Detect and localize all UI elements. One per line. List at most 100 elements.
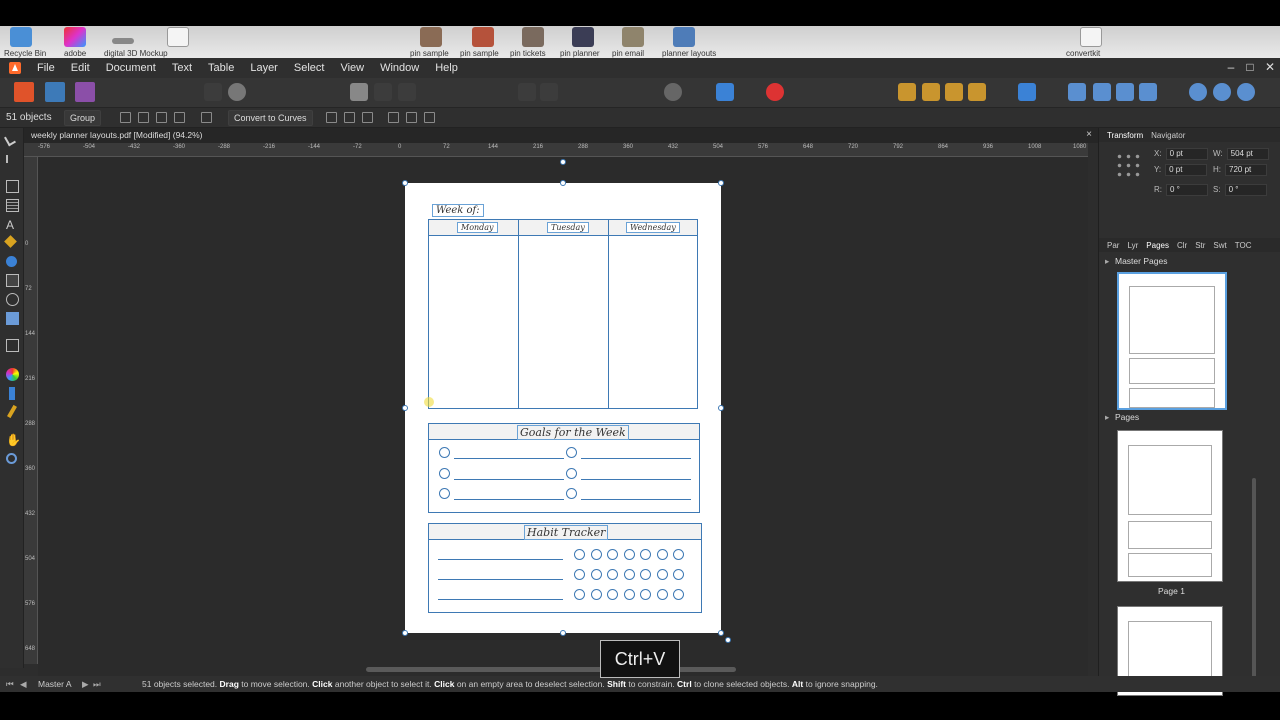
align-left-icon[interactable] — [326, 112, 337, 123]
table-tool-icon[interactable] — [6, 199, 19, 212]
habit-checkbox[interactable] — [673, 569, 684, 580]
close-document-icon[interactable]: × — [1086, 129, 1092, 140]
image-thumbnail-icon[interactable] — [472, 27, 494, 47]
fill-tool-icon[interactable] — [6, 368, 19, 381]
text-wrap-icon[interactable] — [374, 83, 392, 101]
habit-checkbox[interactable] — [640, 569, 651, 580]
goal-checkbox[interactable] — [566, 488, 577, 499]
habit-checkbox[interactable] — [590, 569, 602, 580]
transform-icon[interactable] — [174, 112, 185, 123]
tab-transform[interactable]: Transform — [1107, 131, 1143, 140]
arrange-back-icon[interactable] — [898, 83, 916, 101]
arrange-backward-icon[interactable] — [922, 83, 940, 101]
align-bottom-icon[interactable] — [424, 112, 435, 123]
preflight-icon[interactable] — [204, 83, 222, 101]
adobe-cloud-icon[interactable] — [64, 27, 86, 47]
tab-color[interactable]: Clr — [1177, 241, 1187, 250]
menu-file[interactable]: File — [37, 62, 55, 74]
selection-handle[interactable] — [402, 405, 408, 411]
insert-icon[interactable] — [518, 83, 536, 101]
selection-handle[interactable] — [560, 180, 566, 186]
goal-checkbox[interactable] — [566, 447, 577, 458]
picture-frame-icon[interactable] — [6, 274, 19, 287]
shear-field[interactable]: 0 ° — [1224, 184, 1267, 196]
horizontal-scrollbar[interactable] — [38, 664, 1088, 676]
habit-checkbox[interactable] — [640, 589, 651, 600]
canvas[interactable]: Week of: Monday Tuesday Wednesday Goals … — [38, 157, 1088, 664]
selection-handle[interactable] — [718, 630, 724, 636]
ellipse-frame-icon[interactable] — [6, 293, 19, 306]
arrange-forward-icon[interactable] — [945, 83, 963, 101]
menu-document[interactable]: Document — [106, 62, 156, 74]
file-icon[interactable] — [112, 38, 134, 44]
tab-swatches[interactable]: Swt — [1213, 241, 1226, 250]
first-page-icon[interactable]: ⏮ — [6, 679, 14, 690]
habit-checkbox[interactable] — [574, 549, 585, 560]
align-right-icon[interactable] — [362, 112, 373, 123]
tab-navigator[interactable]: Navigator — [1151, 131, 1185, 140]
rotation-field[interactable]: 0 ° — [1166, 184, 1208, 196]
preview-mode-icon[interactable] — [350, 83, 368, 101]
document-tab[interactable]: weekly planner layouts.pdf [Modified] (9… — [31, 130, 203, 140]
view-mode-icon[interactable] — [716, 83, 734, 101]
tab-layers[interactable]: Lyr — [1127, 241, 1138, 250]
transform-icon[interactable] — [138, 112, 149, 123]
align-center-icon[interactable] — [344, 112, 355, 123]
master-page-selector[interactable]: Master A — [38, 679, 72, 689]
pixel-snap-icon[interactable] — [201, 112, 212, 123]
crop-tool-icon[interactable] — [6, 339, 19, 352]
pages-scrollbar[interactable] — [1252, 478, 1256, 688]
rotate-right-icon[interactable] — [1139, 83, 1157, 101]
master-page-thumbnail[interactable] — [1117, 272, 1227, 410]
scroll-thumb[interactable] — [366, 667, 736, 672]
goal-checkbox[interactable] — [439, 468, 450, 479]
image-thumbnail-icon[interactable] — [420, 27, 442, 47]
convert-to-curves-button[interactable]: Convert to Curves — [228, 110, 313, 126]
boolean-intersect-icon[interactable] — [1237, 83, 1255, 101]
habit-checkbox[interactable] — [623, 589, 635, 600]
habit-checkbox[interactable] — [656, 589, 668, 600]
selection-handle[interactable] — [725, 637, 731, 643]
minimize-icon[interactable]: – — [1221, 58, 1241, 78]
menu-window[interactable]: Window — [380, 62, 419, 74]
menu-table[interactable]: Table — [208, 62, 234, 74]
document-page[interactable]: Week of: Monday Tuesday Wednesday Goals … — [402, 180, 724, 636]
habit-checkbox[interactable] — [607, 589, 618, 600]
habit-checkbox[interactable] — [673, 549, 684, 560]
photo-persona-icon[interactable] — [75, 82, 95, 102]
days-table[interactable]: Monday Tuesday Wednesday — [428, 219, 698, 409]
publisher-persona-icon[interactable] — [14, 82, 34, 102]
habit-checkbox[interactable] — [656, 569, 668, 580]
image-thumbnail-icon[interactable] — [522, 27, 544, 47]
move-tool-icon[interactable] — [4, 133, 16, 147]
selection-handle[interactable] — [718, 405, 724, 411]
eye-icon[interactable] — [664, 83, 682, 101]
rotate-left-icon[interactable] — [1116, 83, 1134, 101]
align-icon[interactable] — [1018, 83, 1036, 101]
y-field[interactable]: 0 pt — [1165, 164, 1208, 176]
goal-checkbox[interactable] — [439, 488, 450, 499]
habit-checkbox[interactable] — [623, 569, 635, 580]
habit-checkbox[interactable] — [607, 569, 618, 580]
habit-tracker-box[interactable]: Habit Tracker — [428, 523, 702, 613]
habit-checkbox[interactable] — [656, 549, 668, 560]
image-thumbnail-icon[interactable] — [572, 27, 594, 47]
habit-checkbox[interactable] — [623, 549, 635, 560]
ellipse-tool-icon[interactable] — [6, 256, 17, 267]
arrange-front-icon[interactable] — [968, 83, 986, 101]
boolean-subtract-icon[interactable] — [1213, 83, 1231, 101]
align-top-icon[interactable] — [388, 112, 399, 123]
selection-handle[interactable] — [402, 180, 408, 186]
habit-checkbox[interactable] — [673, 589, 684, 600]
menu-layer[interactable]: Layer — [250, 62, 278, 74]
habit-checkbox[interactable] — [640, 549, 651, 560]
tab-stroke[interactable]: Str — [1195, 241, 1205, 250]
selection-handle[interactable] — [718, 180, 724, 186]
week-of-label[interactable]: Week of: — [432, 204, 484, 217]
snapping-magnet-icon[interactable] — [766, 83, 784, 101]
height-field[interactable]: 720 pt — [1225, 164, 1267, 176]
pen-tool-icon[interactable] — [4, 235, 17, 248]
assistant-icon[interactable] — [228, 83, 246, 101]
x-field[interactable]: 0 pt — [1165, 148, 1208, 160]
habit-checkbox[interactable] — [574, 589, 585, 600]
